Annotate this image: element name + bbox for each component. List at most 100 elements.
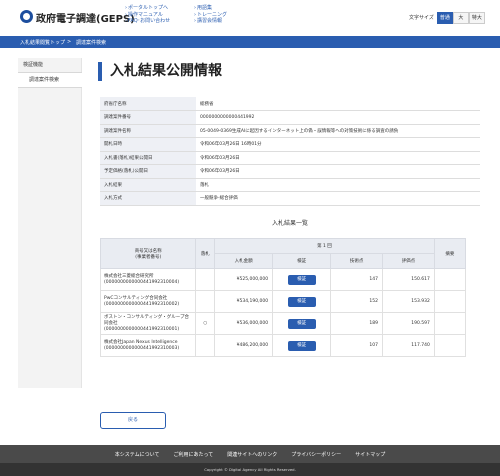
detail-cell: 検証 [272,312,332,335]
case-info-table: 府省庁名称 総務省 調達案件番号 0000000000000441992 調達案件名… [100,97,480,206]
footer-link-about[interactable]: 本システムについて [115,451,160,458]
info-row: 入札結果 落札 [100,178,480,192]
portal-top-link[interactable]: ポータルトップへ [125,5,170,12]
breadcrumb-item-search[interactable]: 調達案件検索 [76,39,106,46]
detail-cell: 検証 [272,268,332,291]
amount-cell: ¥525,000,000 [214,268,274,291]
info-row: 府省庁名称 総務省 [100,97,480,111]
info-label: 入札方式 [100,191,196,206]
sidebar: 検証機能 調達案件検索 [18,58,82,388]
company-name: 株式会社Japan Nexus Intelligence [104,339,178,345]
header-nav-col2: 用語集 トレーニング 講習会情報 [194,5,227,25]
font-size-switcher: 文字サイズ 普通 大 特大 [409,11,485,24]
col-header-amount: 入札金額 [214,253,274,269]
info-value: 総務省 [196,97,480,111]
info-row: 調達案件名称 05-0049-0369生成AIに起因するインターネット上の偽・誤情… [100,124,480,138]
detail-cell: 検証 [272,290,332,313]
faq-link[interactable]: FAQ･お問い合わせ [125,18,170,25]
info-value: 令和06年03月26日 [196,151,480,165]
info-value: 落札 [196,178,480,192]
info-label: 府省庁名称 [100,97,196,111]
col-header-winner: 落札 [195,238,216,269]
remarks-cell [433,268,467,291]
company-cell: 株式会社三菱総合研究所 (0000000000000441992310004) [99,268,197,291]
col-header-company: 商号又は名称 (事業者番号) [99,238,197,269]
header: 政府電子調達(GEPS) ポータルトップへ 操作マニュアル FAQ･お問い合わせ… [0,0,500,34]
breadcrumb-item-top[interactable]: 入札結果閲覧トップ [20,39,65,46]
copyright: Copyright © Digital Agency All Rights Re… [0,463,500,476]
company-id: (0000000000000441992310003) [104,345,180,351]
detail-cell: 検証 [272,334,332,357]
table-row: 株式会社Japan Nexus Intelligence (00000000000… [99,334,467,357]
info-label: 調達案件番号 [100,110,196,125]
company-name: 株式会社三菱総合研究所 [104,273,154,279]
table-row: PwCコンサルティング合同会社 (000000000000044199231000… [99,290,467,313]
tech-score-cell: 147 [330,268,384,291]
winner-cell [195,268,216,291]
company-cell: PwCコンサルティング合同会社 (000000000000044199231000… [99,290,197,313]
font-size-label: 文字サイズ [409,15,434,21]
verify-button[interactable]: 検証 [287,274,316,285]
sidebar-item-verify[interactable]: 検証機能 [18,58,82,73]
info-row: 開札日時 令和06年03月26日 16時01分 [100,137,480,152]
footer-link-privacy[interactable]: プライバシーポリシー [291,451,341,458]
page-title: 入札結果公開情報 [110,63,222,79]
info-label: 入札結果 [100,178,196,192]
company-cell: ボストン・コンサルティング・グループ合同会社 (00000000000004419… [99,312,197,335]
footer-nav: 本システムについて ご利用にあたって 関連サイトへのリンク プライバシーポリシー… [0,445,500,463]
col-header-detail: 検証 [272,253,332,269]
remarks-cell [433,290,467,313]
geps-logo-icon[interactable] [20,10,33,23]
company-name: ボストン・コンサルティング・グループ合同会社 [104,314,189,326]
footer-link-sitemap[interactable]: サイトマップ [355,451,385,458]
font-size-xlarge-button[interactable]: 特大 [468,11,485,24]
font-size-normal-button[interactable]: 普通 [436,11,453,24]
col-header-round: 第 1 回 [214,238,435,254]
col-header-eval: 評価点 [382,253,435,269]
remarks-cell [433,334,467,357]
sidebar-item-case-search[interactable]: 調達案件検索 [18,73,82,88]
seminar-link[interactable]: 講習会情報 [194,18,227,25]
winner-cell [195,290,216,313]
info-label: 開札日時 [100,137,196,152]
verify-button[interactable]: 検証 [287,296,316,307]
company-cell: 株式会社Japan Nexus Intelligence (00000000000… [99,334,197,357]
table-row: ボストン・コンサルティング・グループ合同会社 (00000000000004419… [99,312,467,335]
verify-button[interactable]: 検証 [287,340,316,351]
eval-score-cell: 117.740 [382,334,435,357]
remarks-cell [433,312,467,335]
company-id: (0000000000000441992310002) [104,301,180,307]
info-value: 令和06年03月26日 16時01分 [196,137,480,152]
col-header-remarks: 摘要 [433,238,467,269]
table-row: 株式会社三菱総合研究所 (0000000000000441992310004) ¥… [99,268,467,291]
company-name: PwCコンサルティング合同会社 [104,295,168,301]
info-label: 入札書(落札)結果公開日 [100,151,196,165]
info-value: 一般競争-総合評価 [196,191,480,206]
info-value: 0000000000000441992 [196,110,480,125]
breadcrumb: 入札結果閲覧トップ > 調達案件検索 [0,36,500,48]
results-section-title: 入札結果一覧 [271,220,308,227]
page-title-block: 入札結果公開情報 [98,62,222,81]
company-id: (0000000000000441992310001) [104,326,180,332]
info-label: 調達案件名称 [100,124,196,138]
tech-score-cell: 189 [330,312,384,335]
verify-button[interactable]: 検証 [287,318,316,329]
header-nav-col1: ポータルトップへ 操作マニュアル FAQ･お問い合わせ [125,5,170,25]
footer-link-usage[interactable]: ご利用にあたって [174,451,214,458]
amount-cell: ¥534,190,000 [214,290,274,313]
back-button[interactable]: 戻る [100,412,166,429]
amount-cell: ¥486,200,000 [214,334,274,357]
info-row: 入札方式 一般競争-総合評価 [100,191,480,206]
font-size-large-button[interactable]: 大 [452,11,469,24]
company-id: (0000000000000441992310004) [104,279,180,285]
breadcrumb-separator: > [67,39,72,45]
col-header-tech: 技術点 [330,253,384,269]
footer-link-related[interactable]: 関連サイトへのリンク [227,451,277,458]
info-row: 予定価格(落札)公開日 令和06年03月26日 [100,164,480,179]
eval-score-cell: 150.617 [382,268,435,291]
site-title[interactable]: 政府電子調達(GEPS) [36,10,135,25]
winner-cell: ○ [195,312,216,335]
bid-results-table: 商号又は名称 (事業者番号) 落札 第 1 回 摘要 入札金額 検証 技術点 評… [99,238,467,357]
info-row: 調達案件番号 0000000000000441992 [100,110,480,125]
info-row: 入札書(落札)結果公開日 令和06年03月26日 [100,151,480,165]
